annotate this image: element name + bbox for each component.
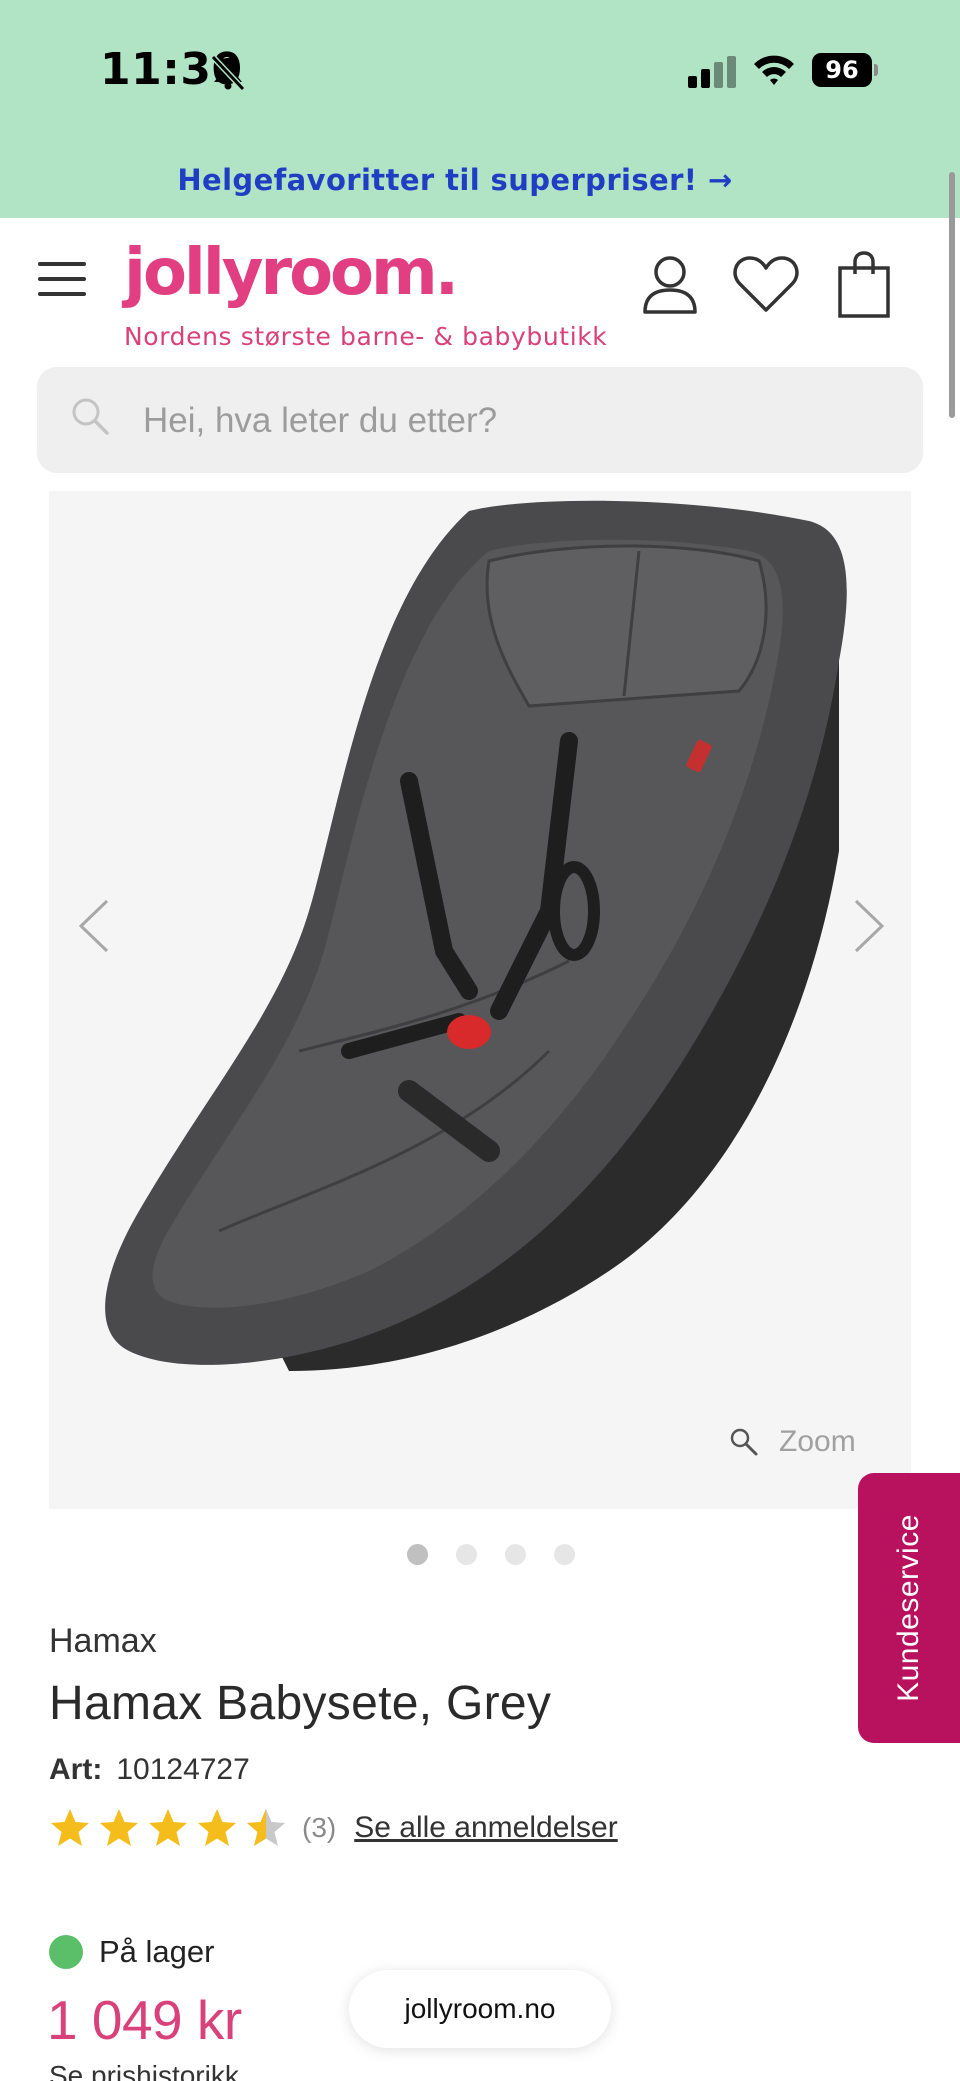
search-input[interactable] bbox=[141, 367, 905, 475]
heart-icon[interactable] bbox=[732, 252, 800, 316]
star-icon-full bbox=[149, 1809, 187, 1846]
stock-label: På lager bbox=[99, 1934, 215, 1969]
tagline: Nordens største barne- & babybutikk bbox=[124, 322, 608, 351]
star-icon-half bbox=[247, 1809, 285, 1846]
article-number: Art: 10124727 bbox=[49, 1753, 250, 1787]
in-stock-indicator bbox=[49, 1935, 83, 1969]
product-title: Hamax Babysete, Grey bbox=[49, 1677, 552, 1730]
article-value: 10124727 bbox=[116, 1753, 250, 1786]
carousel-dot-4[interactable] bbox=[554, 1544, 575, 1565]
search-box[interactable] bbox=[37, 367, 923, 475]
zoom-label: Zoom bbox=[779, 1425, 856, 1458]
carousel-dot-2[interactable] bbox=[456, 1544, 477, 1565]
account-icon[interactable] bbox=[640, 252, 700, 316]
next-arrow-icon[interactable] bbox=[844, 891, 894, 961]
stock-status: På lager bbox=[49, 1934, 214, 1970]
shopping-bag-icon[interactable] bbox=[836, 250, 892, 320]
bell-muted-icon bbox=[210, 54, 246, 92]
product-image bbox=[105, 500, 847, 1371]
star-icon-full bbox=[51, 1809, 89, 1846]
battery-level: 96 bbox=[812, 53, 872, 87]
menu-icon[interactable] bbox=[38, 262, 86, 298]
cellular-signal-icon bbox=[688, 56, 736, 88]
zoom-button[interactable]: Zoom bbox=[729, 1420, 856, 1464]
browser-url-pill[interactable]: jollyroom.no bbox=[349, 1970, 611, 2048]
battery-cap bbox=[874, 64, 878, 76]
zoom-icon bbox=[730, 1428, 758, 1456]
product-rating[interactable]: (3) Se alle anmeldelser bbox=[49, 1803, 618, 1853]
top-banner: 11:30 96 Helgefavoritter til superpriser… bbox=[0, 0, 960, 218]
star-icon-full bbox=[198, 1809, 236, 1846]
article-label: Art: bbox=[49, 1753, 103, 1786]
search-icon bbox=[72, 398, 109, 435]
battery-indicator: 96 bbox=[812, 53, 880, 89]
prev-arrow-icon[interactable] bbox=[69, 891, 119, 961]
promo-link[interactable]: Helgefavoritter til superpriser! → bbox=[0, 163, 910, 197]
product-brand[interactable]: Hamax bbox=[49, 1622, 157, 1661]
product-price: 1 049 kr bbox=[47, 1989, 242, 2051]
star-icon-full bbox=[100, 1809, 138, 1846]
product-page: 11:30 96 Helgefavoritter til superpriser… bbox=[0, 0, 960, 2081]
carousel-dot-1[interactable] bbox=[407, 1544, 428, 1565]
scroll-indicator[interactable] bbox=[949, 172, 955, 418]
carousel-dot-3[interactable] bbox=[505, 1544, 526, 1565]
see-all-reviews-link[interactable]: Se alle anmeldelser bbox=[354, 1811, 617, 1845]
wifi-icon bbox=[754, 55, 794, 85]
review-count: (3) bbox=[302, 1812, 337, 1843]
price-history-link[interactable]: Se prishistorikk bbox=[49, 2060, 239, 2081]
customer-service-label: Kundeservice bbox=[892, 1514, 925, 1702]
carousel-dots bbox=[407, 1544, 575, 1565]
logo[interactable]: jollyroom. bbox=[124, 236, 459, 310]
customer-service-tab[interactable]: Kundeservice bbox=[858, 1473, 960, 1743]
product-image-gallery[interactable]: Zoom bbox=[49, 491, 911, 1509]
